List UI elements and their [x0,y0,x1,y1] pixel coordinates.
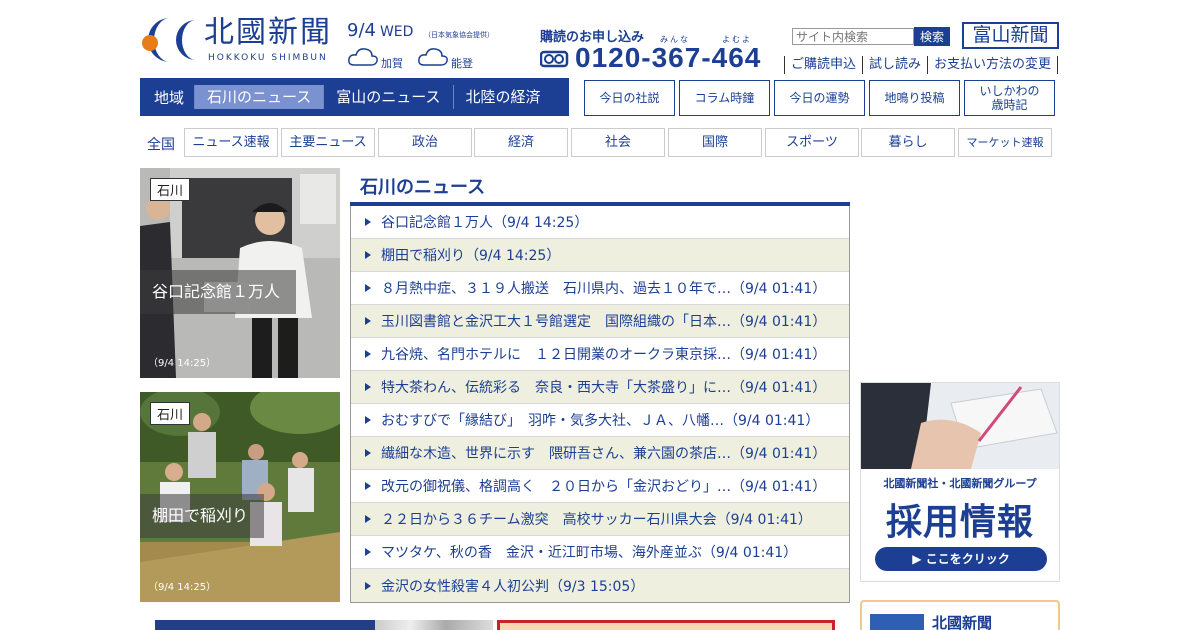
date-value: 9/4 [347,20,376,41]
recruitment-subtitle: 北國新聞社・北國新聞グループ [883,477,1037,490]
news-item[interactable]: 九谷焼、名門ホテルに １２日開業のオークラ東京採…（9/4 01:41） [351,338,849,371]
editorial-button[interactable]: 今日の社説 [584,80,675,116]
trial-read-link[interactable]: 試し読み [862,56,927,74]
tab-economy[interactable]: 経済 [474,128,568,157]
news-item[interactable]: 谷口記念館１万人（9/4 14:25） [351,206,849,239]
news-item[interactable]: 金沢の女性殺害４人初公判（9/3 15:05） [351,569,849,602]
news-headline[interactable]: 繊細な木造、世界に示す 隈研吾さん、兼六園の茶店…（9/4 01:41） [381,443,826,463]
tab-ishikawa-news[interactable]: 石川のニュース [194,85,324,109]
news-item[interactable]: おむすびで「縁結び」 羽咋・気多大社、ＪＡ、八幡…（9/4 01:41） [351,404,849,437]
tab-international[interactable]: 国際 [668,128,762,157]
region-tag: 石川 [150,178,191,201]
photo-caption[interactable]: 谷口記念館１万人 [140,270,297,314]
news-list: 谷口記念館１万人（9/4 14:25） 棚田で稲刈り（9/4 14:25） ８月… [350,206,850,603]
news-headline[interactable]: 玉川図書館と金沢工大１号館選定 国際組織の「日本…（9/4 01:41） [381,311,826,331]
bullet-triangle-icon [365,317,371,325]
logo-text: 北國新聞 [204,15,332,50]
region-nav-label: 地域 [154,88,185,107]
recruitment-title: 採用情報 [885,502,1034,543]
current-date: 9/4 WED [347,20,413,41]
bullet-triangle-icon [365,449,371,457]
tab-breaking-news[interactable]: ニュース速報 [184,128,278,157]
logo-subtitle: HOKKOKU SHIMBUN [208,53,328,63]
bullet-triangle-icon [365,416,371,424]
hokkoku-promo-title: 北國新聞 [932,614,993,630]
bullet-triangle-icon [365,284,371,292]
bullet-triangle-icon [365,515,371,523]
hokkoku-logo[interactable]: 北國新聞 HOKKOKU SHIMBUN [140,14,340,66]
bullet-triangle-icon [365,548,371,556]
free-dial-icon [540,50,569,68]
banner-image-strip [375,620,493,630]
bullet-triangle-icon [365,251,371,259]
news-item[interactable]: 玉川図書館と金沢工大１号館選定 国際組織の「日本…（9/4 01:41） [351,305,849,338]
subscribe-phone-number[interactable]: 0120-367-464 [575,42,761,74]
news-item[interactable]: 特大茶わん、伝統彩る 奈良・西大寺「大茶盛り」に…（9/4 01:41） [351,371,849,404]
payment-change-link[interactable]: お支払い方法の変更 [927,56,1059,74]
news-headline[interactable]: 棚田で稲刈り（9/4 14:25） [381,245,560,265]
photo-timestamp: （9/4 14:25） [148,358,217,369]
bottom-banner-right[interactable] [497,620,835,630]
photo-card[interactable]: 石川 谷口記念館１万人 （9/4 14:25） [140,168,340,378]
news-section-title: 石川のニュース [360,177,486,198]
weekday: WED [379,24,414,40]
news-item[interactable]: ２２日から３６チーム激突 高校サッカー石川県大会（9/4 01:41） [351,503,849,536]
toyama-shimbun-logo[interactable]: 富山新聞 [962,22,1059,49]
horoscope-button[interactable]: 今日の運勢 [774,80,865,116]
tab-lifestyle[interactable]: 暮らし [861,128,955,157]
subscribe-link[interactable]: ご購読申込 [784,56,862,74]
news-headline[interactable]: 特大茶わん、伝統彩る 奈良・西大寺「大茶盛り」に…（9/4 01:41） [381,377,826,397]
news-headline[interactable]: 九谷焼、名門ホテルに １２日開業のオークラ東京採…（9/4 01:41） [381,344,826,364]
news-item[interactable]: 繊細な木造、世界に示す 隈研吾さん、兼六園の茶店…（9/4 01:41） [351,437,849,470]
hokkoku-promo-box[interactable]: 北國新聞 [860,600,1060,630]
tab-market-report[interactable]: マーケット速報 [958,128,1052,157]
news-item[interactable]: ８月熱中症、３１９人搬送 石川県内、過去１０年で…（9/4 01:41） [351,272,849,305]
weather-place-label: 加賀 [381,57,403,70]
bullet-triangle-icon [365,581,371,590]
column-jisho-button[interactable]: コラム時鐘 [679,80,770,116]
tab-hokuriku-economy[interactable]: 北陸の経済 [452,85,553,109]
header-links: ご購読申込 試し読み お支払い方法の変更 [784,56,1059,74]
weather-credit[interactable]: （日本気象協会提供） [424,30,494,40]
bottom-banner-left[interactable] [155,620,493,630]
news-headline[interactable]: マツタケ、秋の香 金沢・近江町市場、海外産並ぶ（9/4 01:41） [381,542,797,562]
cloud-icon [348,48,378,66]
region-nav: 地域 石川のニュース 富山のニュース 北陸の経済 [140,78,569,116]
bullet-triangle-icon [365,350,371,358]
tab-society[interactable]: 社会 [571,128,665,157]
tab-politics[interactable]: 政治 [378,128,472,157]
news-headline[interactable]: ８月熱中症、３１９人搬送 石川県内、過去１０年で…（9/4 01:41） [381,278,826,298]
search-button[interactable]: 検索 [914,27,950,46]
photo-timestamp: （9/4 14:25） [148,582,217,593]
news-item[interactable]: 改元の御祝儀、格調高く ２０日から「金沢おどり」…（9/4 01:41） [351,470,849,503]
cloud-icon [418,48,448,66]
news-headline[interactable]: おむすびで「縁結び」 羽咋・気多大社、ＪＡ、八幡…（9/4 01:41） [381,410,819,430]
recruitment-banner[interactable]: 北國新聞社・北國新聞グループ 採用情報 ▶ ここをクリック [860,382,1060,582]
bullet-triangle-icon [365,218,371,226]
site-search-input[interactable] [792,28,914,45]
news-headline[interactable]: 谷口記念館１万人（9/4 14:25） [381,212,588,232]
news-headline[interactable]: 改元の御祝儀、格調高く ２０日から「金沢おどり」…（9/4 01:41） [381,476,826,496]
tab-top-news[interactable]: 主要ニュース [281,128,375,157]
reader-post-button[interactable]: 地鳴り投稿 [869,80,960,116]
bullet-triangle-icon [365,482,371,490]
recruitment-click-button[interactable]: ▶ ここをクリック [875,547,1047,571]
region-tag: 石川 [150,402,191,425]
weather-place-label: 能登 [451,57,473,70]
bullet-triangle-icon [365,383,371,391]
hokkoku-promo-image [870,614,924,630]
ishikawa-calendar-button[interactable]: いしかわの 歳時記 [964,80,1055,116]
news-item[interactable]: マツタケ、秋の香 金沢・近江町市場、海外産並ぶ（9/4 01:41） [351,536,849,569]
news-headline[interactable]: 金沢の女性殺害４人初公判（9/3 15:05） [381,576,644,596]
news-item[interactable]: 棚田で稲刈り（9/4 14:25） [351,239,849,272]
photo-card[interactable]: 石川 棚田で稲刈り （9/4 14:25） [140,392,340,602]
hokkoku-logo-mark [142,18,196,62]
tab-toyama-news[interactable]: 富山のニュース [323,85,452,109]
news-headline[interactable]: ２２日から３６チーム激突 高校サッカー石川県大会（9/4 01:41） [381,509,812,529]
photo-caption[interactable]: 棚田で稲刈り [140,494,265,538]
category-label-national: 全国 [147,137,175,153]
tab-sports[interactable]: スポーツ [765,128,859,157]
